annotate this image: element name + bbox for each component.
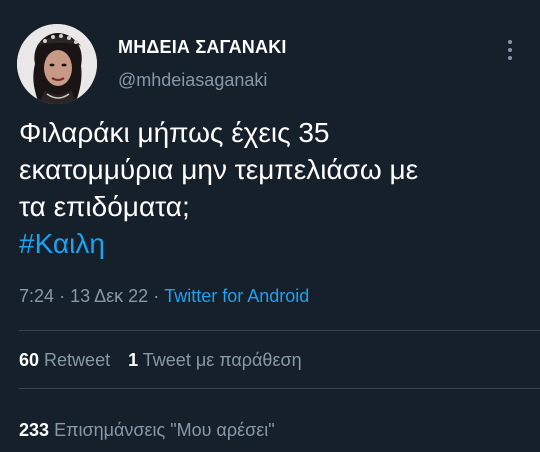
retweets-stat[interactable]: 60 Retweet [19,350,110,370]
avatar[interactable] [17,24,97,104]
tweet-text-line: εκατομμύρια μην τεμπελιάσω με [19,154,419,185]
divider [19,388,540,389]
hashtag-link[interactable]: #Καιλη [19,225,524,262]
quote-tweets-stat[interactable]: 1 Tweet με παράθεση [128,350,302,370]
retweet-label: Retweet [44,350,111,370]
likes-stat[interactable]: 233 Επισημάνσεις "Μου αρέσει" [19,420,275,441]
tweet-time[interactable]: 7:24 [19,286,54,306]
likes-label: Επισημάνσεις "Μου αρέσει" [54,420,275,440]
quote-count: 1 [128,350,139,370]
tweet-text: Φιλαράκι μήπως έχεις 35 εκατομμύρια μην … [19,114,524,262]
quote-label: Tweet με παράθεση [142,350,302,370]
tweet-text-line: Φιλαράκι μήπως έχεις 35 [19,117,330,148]
profile-photo-icon [17,24,97,104]
author-display-name[interactable]: ΜΗΔΕΙΑ ΣΑΓΑΝΑΚΙ [118,37,287,58]
tweet-detail: ΜΗΔΕΙΑ ΣΑΓΑΝΑΚΙ @mhdeiasaganaki Φιλαράκι… [0,0,540,452]
vertical-ellipsis-icon[interactable] [503,38,517,62]
divider [19,330,540,331]
meta-separator: · [153,286,160,306]
tweet-source-link[interactable]: Twitter for Android [164,286,309,306]
engagement-stats: 60 Retweet 1 Tweet με παράθεση [19,350,302,371]
retweet-count: 60 [19,350,40,370]
tweet-metadata: 7:24 · 13 Δεκ 22 · Twitter for Android [19,286,309,307]
likes-count: 233 [19,420,50,440]
tweet-text-line: τα επιδόματα; [19,191,190,222]
tweet-date[interactable]: 13 Δεκ 22 [70,286,148,306]
author-handle[interactable]: @mhdeiasaganaki [118,70,267,91]
meta-separator: · [59,286,66,306]
